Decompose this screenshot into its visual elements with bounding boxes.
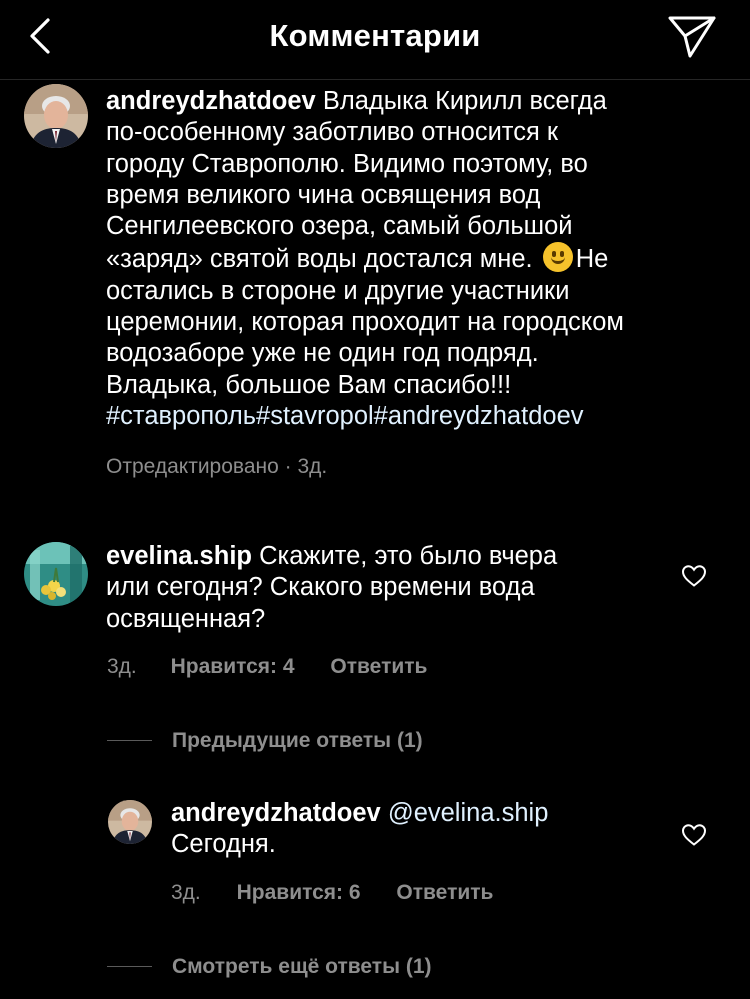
page-title: Комментарии [269, 18, 481, 53]
avatar[interactable] [24, 542, 88, 606]
caption-line: время великого чина освящения вод [106, 180, 541, 209]
header: Комментарии [0, 0, 750, 80]
reply-text: Сегодня. [171, 830, 276, 859]
comment-line: evelina.ship Скажите, это было вчера [106, 541, 666, 572]
hashtags: #ставрополь#stavropol#andreydzhatdoev [106, 401, 726, 432]
comment-likes[interactable]: Нравится: 4 [171, 655, 295, 678]
smiley-emoji-icon [542, 242, 573, 273]
comment-username[interactable]: evelina.ship [106, 542, 252, 570]
reply-reply-button[interactable]: Ответить [396, 881, 493, 904]
caption-line: городу Ставрополю. Видимо поэтому, во [106, 149, 588, 178]
reply-meta: 3д. Нравится: 6 Ответить [171, 881, 493, 905]
comment-text: Скажите, это было вчера [259, 542, 558, 570]
post-meta: Отредактировано · 3д. [106, 455, 327, 479]
heart-icon [681, 824, 707, 846]
reply-time: 3д. [171, 881, 201, 904]
caption-line: остались в стороне и другие участники [106, 276, 570, 305]
heart-icon [681, 565, 707, 587]
reply-body: andreydzhatdoev @evelina.ship Сегодня. [171, 798, 661, 861]
caption-line: andreydzhatdoev Владыка Кирилл всегда [106, 86, 726, 117]
caption-line: церемонии, которая проходит на городском [106, 308, 624, 337]
caption-line: по-особенному заботливо относится к [106, 118, 559, 147]
post-username[interactable]: andreydzhatdoev [106, 87, 316, 115]
hashtag-link[interactable]: #ставрополь [106, 402, 256, 430]
divider-line [107, 966, 152, 967]
avatar[interactable] [24, 84, 88, 148]
caption-text: Не [575, 245, 609, 274]
more-replies-link[interactable]: Смотреть ещё ответы (1) [172, 955, 432, 979]
caption-line: водозаборе уже не один год подряд. [106, 339, 539, 368]
avatar[interactable] [108, 800, 152, 844]
comment-meta: 3д. Нравится: 4 Ответить [107, 655, 427, 679]
caption-line: Владыка, большое Вам спасибо!!! [106, 370, 512, 399]
comment-time: 3д. [107, 655, 137, 678]
edited-label: Отредактировано [106, 455, 279, 478]
reply-line: andreydzhatdoev @evelina.ship [171, 798, 661, 829]
reply-username[interactable]: andreydzhatdoev [171, 799, 381, 827]
reply-likes[interactable]: Нравится: 6 [237, 881, 361, 904]
caption-line: «заряд» святой воды достался мне. Не [106, 242, 726, 275]
caption-text: «заряд» святой воды достался мне. [106, 245, 533, 274]
caption-text: Владыка Кирилл всегда [322, 87, 607, 115]
paper-plane-icon [668, 16, 716, 58]
meta-separator: · [278, 455, 298, 478]
mention-link[interactable]: @evelina.ship [388, 799, 549, 827]
post-time: 3д. [297, 455, 328, 478]
comment-line: или сегодня? Скакого времени вода [106, 573, 535, 602]
like-button[interactable] [681, 564, 707, 593]
caption-line: Сенгилеевского озера, самый большой [106, 212, 573, 241]
hashtag-link[interactable]: #stavropol [256, 402, 374, 430]
comment-body: evelina.ship Скажите, это было вчера или… [106, 541, 666, 635]
comment-line: освященная? [106, 604, 266, 633]
divider-line [107, 740, 152, 741]
previous-replies-link[interactable]: Предыдущие ответы (1) [172, 729, 423, 753]
hashtag-link[interactable]: #andreydzhatdoev [374, 402, 584, 430]
share-button[interactable] [666, 12, 718, 60]
comment-reply-button[interactable]: Ответить [330, 655, 427, 678]
like-button[interactable] [681, 823, 707, 852]
post-caption: andreydzhatdoev Владыка Кирилл всегда по… [106, 86, 726, 432]
